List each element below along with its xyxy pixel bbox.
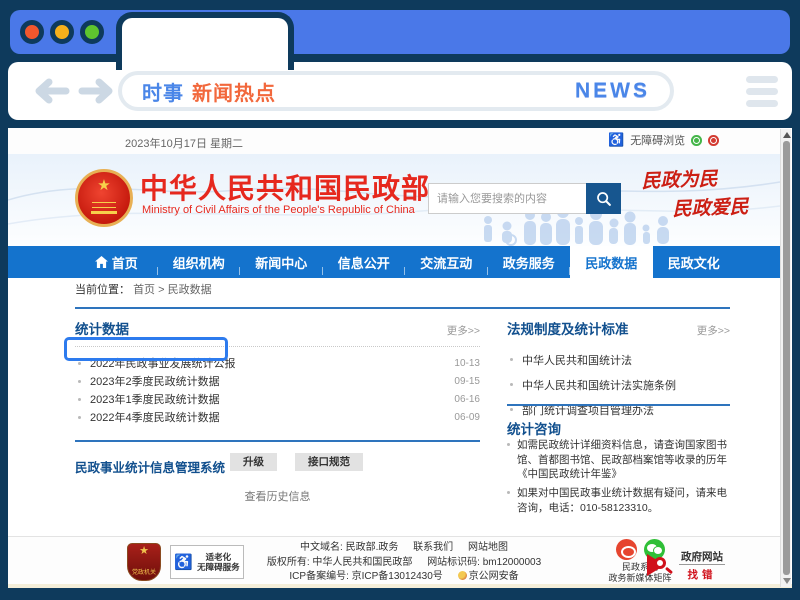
nav-item-gov-services[interactable]: 政务服务 <box>488 246 571 278</box>
accessibility-link[interactable]: ♿ 无障碍浏览 <box>608 132 719 148</box>
nav-item-organization[interactable]: 组织机构 <box>158 246 241 278</box>
elder-wheelchair-icon: ♿ <box>174 553 193 571</box>
footer-copyright: 版权所有: 中华人民共和国民政部 <box>267 557 413 568</box>
footer-contact-link[interactable]: 联系我们 <box>413 542 453 553</box>
nav-item-civil-data[interactable]: 民政数据 <box>570 246 653 278</box>
site-header: ★ 中华人民共和国民政部 Ministry of Civil Affairs o… <box>8 154 780 246</box>
nav-item-civil-culture[interactable]: 民政文化 <box>653 246 736 278</box>
footer-info: 中文域名: 民政部.政务 联系我们 网站地图 版权所有: 中华人民共和国民政部 … <box>256 541 552 588</box>
site-title: 中华人民共和国民政部 <box>140 167 430 207</box>
national-emblem-logo: ★ <box>75 169 133 227</box>
history-link[interactable]: 查看历史信息 <box>75 488 480 504</box>
utility-bar: 2023年10月17日 星期二 ♿ 无障碍浏览 <box>8 128 780 154</box>
content-top-rule <box>75 307 730 309</box>
stat-item-2022-q4[interactable]: 2022年4季度民政统计数据 06-09 <box>75 408 480 426</box>
elder-accessibility-badge[interactable]: ♿ 适老化 无障碍服务 <box>170 545 244 579</box>
consulting-title: 统计咨询 <box>507 418 561 438</box>
statistics-panel: 统计数据 更多>> 2022年民政事业发展统计公报 10-13 2023年2季度… <box>75 318 480 426</box>
browser-tab[interactable] <box>116 12 294 70</box>
left-section-rule <box>75 440 480 442</box>
search-input[interactable] <box>428 183 586 214</box>
scrollbar-thumb[interactable] <box>783 141 790 575</box>
minimize-window-icon[interactable] <box>50 20 74 44</box>
laws-title: 法规制度及统计标准 <box>507 318 629 338</box>
stat-item-2023-q1[interactable]: 2023年1季度民政统计数据 06-16 <box>75 390 480 408</box>
traffic-lights <box>20 20 104 44</box>
close-window-icon[interactable] <box>20 20 44 44</box>
laws-panel: 法规制度及统计标准 更多>> 中华人民共和国统计法 中华人民共和国统计法实施条例… <box>507 318 730 422</box>
law-item-statistics-law[interactable]: 中华人民共和国统计法 <box>507 347 730 372</box>
site-subtitle: Ministry of Civil Affairs of the People'… <box>142 204 415 216</box>
site-search <box>428 183 621 214</box>
breadcrumb-home-link[interactable]: 首页 <box>133 284 155 296</box>
main-navigation: 首页 组织机构 新闻中心 信息公开 交流互动 政务服务 民政数据 民政文化 <box>8 246 780 278</box>
footer-sitemap-link[interactable]: 网站地图 <box>468 542 508 553</box>
stat-item-2022-bulletin[interactable]: 2022年民政事业发展统计公报 10-13 <box>75 354 480 372</box>
consulting-note-1: 如需民政统计详细资料信息，请查询国家图书馆、首都图书馆、民政部档案馆等收录的历年… <box>507 438 730 482</box>
page-scrollbar[interactable] <box>780 129 791 587</box>
address-bar[interactable]: 时事 新闻热点 NEWS <box>118 71 674 111</box>
back-icon[interactable] <box>30 78 70 104</box>
page-bottom-strip <box>8 584 792 588</box>
footer-domain: 中文域名: 民政部.政务 <box>300 542 398 553</box>
statistics-title: 统计数据 <box>75 318 129 338</box>
menu-icon[interactable] <box>746 76 778 107</box>
breadcrumb: 当前位置： 首页 > 民政数据 <box>75 281 212 297</box>
scrollbar-down-icon[interactable] <box>783 578 791 584</box>
nav-item-info-disclosure[interactable]: 信息公开 <box>323 246 406 278</box>
breadcrumb-current[interactable]: 民政数据 <box>168 284 212 296</box>
forward-icon[interactable] <box>78 78 118 104</box>
scrollbar-up-icon[interactable] <box>783 132 791 138</box>
search-button[interactable] <box>586 183 621 214</box>
right-section-rule <box>507 404 730 406</box>
address-keyword-text: 新闻热点 <box>192 77 276 106</box>
wechat-share-icon[interactable] <box>691 135 702 146</box>
stat-item-2023-q2[interactable]: 2023年2季度民政统计数据 09-15 <box>75 372 480 390</box>
law-item-implementation[interactable]: 中华人民共和国统计法实施条例 <box>507 372 730 397</box>
nav-item-home[interactable]: 首页 <box>75 246 158 278</box>
footer-icp: ICP备案编号: 京ICP备13012430号 <box>289 571 442 582</box>
calligraphy-slogan: 民政为民 民政爱民 <box>641 162 780 223</box>
api-spec-button[interactable]: 接口规范 <box>295 453 363 471</box>
search-icon <box>595 190 612 207</box>
upgrade-button[interactable]: 升级 <box>230 453 277 471</box>
maximize-window-icon[interactable] <box>80 20 104 44</box>
current-date: 2023年10月17日 星期二 <box>125 135 243 151</box>
nav-item-interaction[interactable]: 交流互动 <box>405 246 488 278</box>
browser-window: 时事 新闻热点 NEWS 2023年10月17日 星期二 ♿ 无障碍浏览 <box>0 0 800 600</box>
weibo-icon[interactable] <box>616 539 637 560</box>
address-keyword-tag: 时事 <box>142 77 184 106</box>
error-report-badge[interactable]: 政府网站 找错 <box>646 547 725 582</box>
gov-agency-badge-icon: ★ 党政机关 <box>127 543 161 581</box>
laws-more-link[interactable]: 更多>> <box>697 323 730 338</box>
news-label: NEWS <box>575 79 650 103</box>
home-icon <box>95 256 108 268</box>
nav-item-news-center[interactable]: 新闻中心 <box>240 246 323 278</box>
weibo-share-icon[interactable] <box>708 135 719 146</box>
web-page: 2023年10月17日 星期二 ♿ 无障碍浏览 <box>8 128 792 588</box>
police-badge-icon <box>458 571 467 580</box>
consulting-note-2: 如果对中国民政事业统计数据有疑问，请来电咨询，电话：010-58123310。 <box>507 486 730 515</box>
management-system-title: 民政事业统计信息管理系统 <box>75 457 225 476</box>
wheelchair-icon: ♿ <box>608 132 624 148</box>
error-magnifier-icon <box>646 551 674 579</box>
footer-site-code: 网站标识码: bm12000003 <box>427 557 541 568</box>
statistics-more-link[interactable]: 更多>> <box>447 323 480 338</box>
site-footer: ★ 党政机关 ♿ 适老化 无障碍服务 中文域名: 民政部.政务 联系我们 网站地… <box>8 536 780 584</box>
browser-toolbar: 时事 新闻热点 NEWS <box>8 62 792 120</box>
